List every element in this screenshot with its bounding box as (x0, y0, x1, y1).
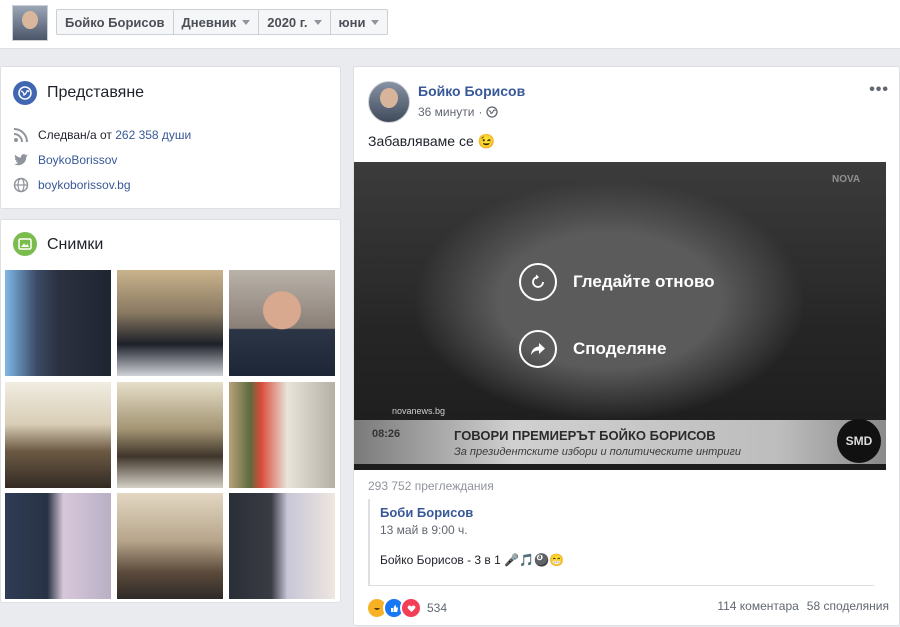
love-reaction-icon (400, 597, 422, 619)
crumb-timeline-dropdown[interactable]: Дневник (174, 10, 260, 34)
twitter-link[interactable]: BoykoBorissov (38, 153, 117, 167)
twitter-row: BoykoBorissov (13, 152, 117, 168)
photo-thumbnail[interactable] (229, 270, 335, 376)
post-card: Бойко Борисов 36 минути · ••• Забавлявам… (353, 66, 900, 626)
website-row: boykoborissov.bg (13, 177, 131, 193)
profile-avatar-small[interactable] (12, 5, 48, 41)
post-time[interactable]: 36 минути (418, 105, 474, 119)
photo-thumbnail[interactable] (229, 382, 335, 488)
video-site-label: novanews.bg (392, 406, 446, 416)
engagement-stats: 114 коментара 58 споделяния (717, 599, 889, 613)
crumb-month-dropdown[interactable]: юни (331, 10, 388, 34)
view-count: 293 752 преглеждания (368, 479, 494, 493)
original-text: Бойко Борисов - 3 в 1 🎤🎵🎱😁 (380, 553, 564, 567)
original-author[interactable]: Боби Борисов (380, 505, 473, 520)
original-date[interactable]: 13 май в 9:00 ч. (380, 523, 468, 537)
post-author-avatar[interactable] (368, 81, 410, 123)
followers-prefix: Следван/а от (38, 128, 112, 142)
followers-link[interactable]: 262 358 души (115, 128, 191, 142)
wink-emoji: 😉 (477, 133, 496, 149)
shares-count[interactable]: 58 споделяния (807, 599, 889, 613)
dot-separator: · (478, 105, 483, 119)
photo-thumbnail[interactable] (117, 493, 223, 599)
photos-card: Снимки (0, 219, 341, 603)
intro-card: Представяне Следван/а от 262 358 души Bo… (0, 66, 341, 209)
video-player[interactable]: NOVA novanews.bg 08:26 ГОВОРИ ПРЕМИЕРЪТ … (354, 162, 886, 470)
globe-badge-icon (13, 81, 37, 105)
original-post-attribution: Боби Борисов 13 май в 9:00 ч. Бойко Бори… (368, 499, 874, 586)
photo-thumbnail[interactable] (5, 270, 111, 376)
comments-count[interactable]: 114 коментара (717, 599, 798, 613)
public-globe-icon (486, 106, 499, 118)
twitter-icon (14, 154, 28, 166)
photo-thumbnail[interactable] (117, 270, 223, 376)
ticker-subline: За президентските избори и политическите… (454, 446, 741, 458)
post-text: Забавляваме се 😉 (368, 133, 496, 149)
photo-thumbnail[interactable] (117, 382, 223, 488)
intro-title: Представяне (47, 84, 145, 101)
photo-thumbnail[interactable] (5, 382, 111, 488)
followers-row: Следван/а от 262 358 души (13, 127, 191, 143)
rss-icon (13, 128, 28, 143)
smd-watermark: SMD (837, 419, 881, 463)
chevron-down-icon (242, 19, 251, 25)
ticker-clock: 08:26 (372, 428, 401, 440)
photos-badge-icon (13, 232, 37, 256)
share-arrow-icon (519, 330, 557, 368)
chevron-down-icon (371, 19, 380, 25)
post-meta: 36 минути · (418, 105, 499, 119)
photo-thumbnail[interactable] (229, 493, 335, 599)
timeline-top-bar: Бойко Борисов Дневник 2020 г. юни (0, 0, 900, 49)
crumb-profile-name[interactable]: Бойко Борисов (57, 10, 174, 34)
photos-title: Снимки (47, 236, 104, 253)
timeline-navigation: Бойко Борисов Дневник 2020 г. юни (56, 9, 389, 35)
globe-icon (13, 177, 29, 193)
replay-icon (519, 263, 557, 301)
chevron-down-icon (313, 19, 322, 25)
post-options-button[interactable]: ••• (869, 81, 889, 99)
replay-button[interactable]: Гледайте отново (519, 263, 715, 301)
reaction-summary[interactable]: 534 (366, 597, 447, 619)
website-link[interactable]: boykoborissov.bg (38, 178, 131, 192)
crumb-year-dropdown[interactable]: 2020 г. (259, 10, 331, 34)
ticker-headline: ГОВОРИ ПРЕМИЕРЪТ БОЙКО БОРИСОВ (454, 428, 716, 443)
share-video-button[interactable]: Споделяне (519, 330, 666, 368)
post-author-name[interactable]: Бойко Борисов (418, 83, 525, 99)
reaction-count: 534 (427, 601, 448, 615)
original-emojis: 🎤🎵🎱😁 (504, 553, 564, 567)
photo-thumbnail[interactable] (5, 493, 111, 599)
